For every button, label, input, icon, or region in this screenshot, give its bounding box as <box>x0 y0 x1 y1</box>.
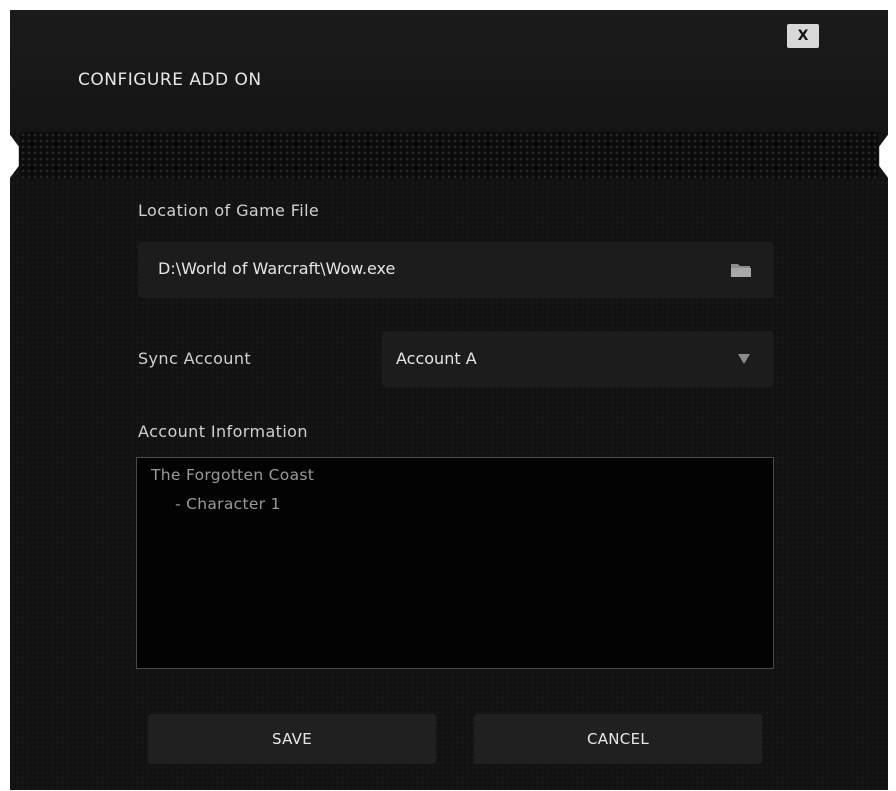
sync-account-label: Sync Account <box>138 349 252 368</box>
account-information-box[interactable]: The Forgotten Coast - Character 1 <box>136 457 774 669</box>
cancel-button[interactable]: CANCEL <box>474 714 762 764</box>
dialog-title: CONFIGURE ADD ON <box>78 70 262 90</box>
folder-icon[interactable] <box>730 262 752 278</box>
close-button[interactable]: X <box>787 24 819 48</box>
game-file-label: Location of Game File <box>138 201 320 220</box>
sync-account-selected: Account A <box>396 349 477 368</box>
hex-pattern-divider <box>20 132 878 178</box>
realm-name: The Forgotten Coast <box>151 466 315 484</box>
game-file-path: D:\World of Warcraft\Wow.exe <box>158 259 396 278</box>
chevron-down-icon <box>738 354 750 364</box>
sync-account-select[interactable]: Account A <box>382 331 774 387</box>
character-name: - Character 1 <box>175 495 281 513</box>
configure-add-on-dialog: CONFIGURE ADD ON X Location of Game File… <box>10 10 888 790</box>
save-button[interactable]: SAVE <box>148 714 436 764</box>
game-file-path-field[interactable]: D:\World of Warcraft\Wow.exe <box>138 242 774 298</box>
account-information-label: Account Information <box>138 422 308 441</box>
